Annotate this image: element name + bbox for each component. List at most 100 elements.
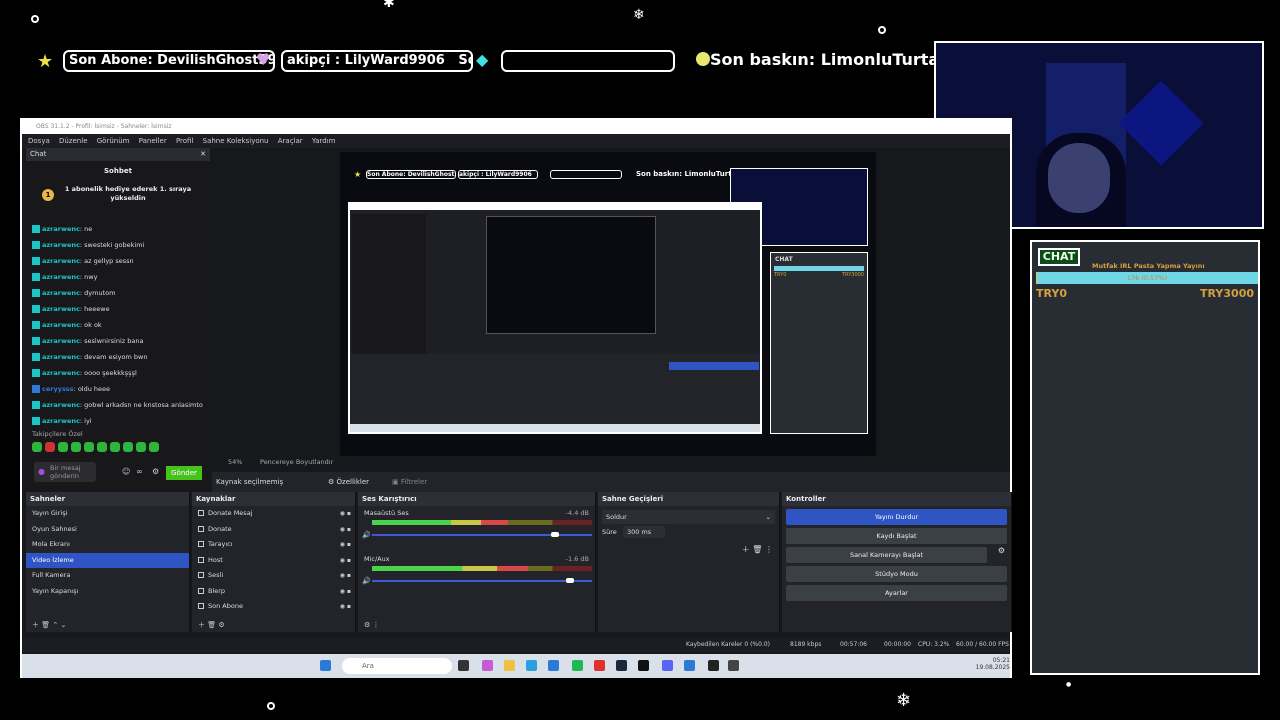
gear-icon[interactable]: ⚙ xyxy=(218,621,224,629)
eye-lock-icon[interactable]: ◉ ▪ xyxy=(340,553,351,569)
clock[interactable]: 05:21 19.08.2025 xyxy=(970,657,1010,671)
menu-item[interactable]: Profil xyxy=(176,137,193,145)
user-badge-icon xyxy=(32,257,40,265)
duration-input[interactable]: 300 ms xyxy=(622,526,666,538)
more-icon[interactable]: ⋮ xyxy=(765,545,773,554)
studio-mode-button[interactable]: Stüdyo Modu xyxy=(786,566,1007,582)
app-icon[interactable] xyxy=(728,660,739,671)
scenes-toolbar: ＋ 🗑 ⌃ ⌄ xyxy=(26,618,189,632)
scenes-title: Sahneler xyxy=(26,492,189,506)
menu-item[interactable]: Dosya xyxy=(28,137,50,145)
emote-icon[interactable] xyxy=(71,442,81,452)
menu-item[interactable]: Yardım xyxy=(312,137,336,145)
eye-lock-icon[interactable]: ◉ ▪ xyxy=(340,584,351,600)
emote-icon[interactable] xyxy=(97,442,107,452)
emote-icon[interactable] xyxy=(32,442,42,452)
gift-notice: 11 abonelik hediye ederek 1. sıraya yüks… xyxy=(32,183,204,209)
down-icon[interactable]: ⌄ xyxy=(60,621,66,629)
more-icon[interactable]: ⋮ xyxy=(373,621,380,629)
windows-start-icon[interactable] xyxy=(320,660,331,671)
emote-icon[interactable] xyxy=(58,442,68,452)
eye-lock-icon[interactable]: ◉ ▪ xyxy=(340,537,351,553)
menu-item[interactable]: Paneller xyxy=(139,137,167,145)
source-item[interactable]: Host ◉ ▪ xyxy=(192,553,355,569)
steam-icon[interactable] xyxy=(616,660,627,671)
user-badge-icon xyxy=(32,385,40,393)
volume-slider[interactable] xyxy=(372,532,592,537)
source-item[interactable]: Tarayıcı ◉ ▪ xyxy=(192,537,355,553)
filters-button[interactable]: ▣ Filtreler xyxy=(392,472,427,492)
stop-stream-button[interactable]: Yayını Durdur xyxy=(786,509,1007,525)
transition-select[interactable]: Soldur ⌄ xyxy=(602,510,775,524)
emote-icon[interactable] xyxy=(84,442,94,452)
taskview-icon[interactable] xyxy=(458,660,469,671)
menu-item[interactable]: Sahne Koleksiyonu xyxy=(203,137,269,145)
emoji-icon[interactable]: ☺ xyxy=(122,467,130,476)
points-icon[interactable]: ∞ xyxy=(136,467,143,476)
edge-icon[interactable] xyxy=(526,660,537,671)
source-item[interactable]: Donate Mesaj ◉ ▪ xyxy=(192,506,355,522)
scene-item[interactable]: Mola Ekranı xyxy=(26,537,189,553)
zoom-level[interactable]: 54% xyxy=(228,458,242,466)
spotify-icon[interactable] xyxy=(572,660,583,671)
live-time: 00:57:06 xyxy=(840,641,867,648)
eye-lock-icon[interactable]: ◉ ▪ xyxy=(340,506,351,522)
fit-window[interactable]: Pencereye Boyutlandır xyxy=(260,458,333,466)
add-icon[interactable]: ＋ xyxy=(32,621,39,629)
menu-item[interactable]: Düzenle xyxy=(59,137,88,145)
menu-item[interactable]: Görünüm xyxy=(97,137,130,145)
properties-button[interactable]: ⚙ Özellikler xyxy=(328,472,369,492)
settings-button[interactable]: Ayarlar xyxy=(786,585,1007,601)
scene-item[interactable]: Oyun Sahnesi xyxy=(26,522,189,538)
up-icon[interactable]: ⌃ xyxy=(52,621,58,629)
explorer-icon[interactable] xyxy=(504,660,515,671)
emote-icon[interactable] xyxy=(123,442,133,452)
discord-icon[interactable] xyxy=(662,660,673,671)
emote-icon[interactable] xyxy=(136,442,146,452)
source-item[interactable]: Blerp ◉ ▪ xyxy=(192,584,355,600)
app-icon[interactable] xyxy=(684,660,695,671)
virtual-camera-button[interactable]: Sanal Kamerayı Başlat xyxy=(786,547,987,563)
source-item[interactable]: Sesli ◉ ▪ xyxy=(192,568,355,584)
gear-icon[interactable]: ⚙ xyxy=(364,621,370,629)
eye-lock-icon[interactable]: ◉ ▪ xyxy=(340,599,351,615)
copilot-icon[interactable] xyxy=(482,660,493,671)
obs-icon[interactable] xyxy=(708,660,719,671)
speaker-icon[interactable]: 🔊 xyxy=(362,577,371,585)
add-icon[interactable]: ＋ xyxy=(198,621,205,629)
terminal-icon[interactable] xyxy=(638,660,649,671)
menu-item[interactable]: Araçlar xyxy=(278,137,303,145)
trash-icon[interactable]: 🗑 xyxy=(41,621,50,629)
speaker-icon[interactable]: 🔊 xyxy=(362,531,371,539)
scene-item[interactable]: Yayın Girişi xyxy=(26,506,189,522)
scene-item[interactable]: Yayın Kapanışı xyxy=(26,584,189,600)
volume-slider[interactable] xyxy=(372,578,592,583)
scene-item[interactable]: Full Kamera xyxy=(26,568,189,584)
menu-bar: Dosya Düzenle Görünüm Paneller Profil Sa… xyxy=(22,134,1010,148)
start-recording-button[interactable]: Kaydı Başlat xyxy=(786,528,1007,544)
scene-item-selected[interactable]: Video İzleme xyxy=(26,552,189,568)
stream-preview[interactable]: ★ Son Abone: DevilishGhost59 akipçi : Li… xyxy=(340,152,876,456)
source-item[interactable]: Donate ◉ ▪ xyxy=(192,522,355,538)
no-source-label: Kaynak seçilmemiş xyxy=(216,478,284,486)
close-icon[interactable]: ✕ xyxy=(200,148,206,161)
trash-icon[interactable]: 🗑 xyxy=(752,545,762,554)
store-icon[interactable] xyxy=(548,660,559,671)
trash-icon[interactable]: 🗑 xyxy=(207,621,216,629)
opera-icon[interactable] xyxy=(594,660,605,671)
source-icon xyxy=(198,572,204,578)
emote-icon[interactable] xyxy=(110,442,120,452)
gear-icon[interactable]: ⚙ xyxy=(998,546,1005,555)
microphone-icon[interactable]: ● xyxy=(38,467,45,476)
gear-icon[interactable]: ⚙ xyxy=(152,467,159,476)
eye-lock-icon[interactable]: ◉ ▪ xyxy=(340,522,351,538)
eye-lock-icon[interactable]: ◉ ▪ xyxy=(340,568,351,584)
send-button[interactable]: Gönder xyxy=(166,466,202,480)
taskbar-search[interactable]: Ara xyxy=(342,658,452,674)
chat-message: azrarwenc: gobwl arkadsn ne knstosa anla… xyxy=(26,397,210,413)
emote-icon[interactable] xyxy=(149,442,159,452)
emote-icon[interactable] xyxy=(45,442,55,452)
mixer-title: Ses Karıştırıcı xyxy=(358,492,595,506)
source-item[interactable]: Son Abone ◉ ▪ xyxy=(192,599,355,615)
add-icon[interactable]: ＋ xyxy=(742,545,750,554)
